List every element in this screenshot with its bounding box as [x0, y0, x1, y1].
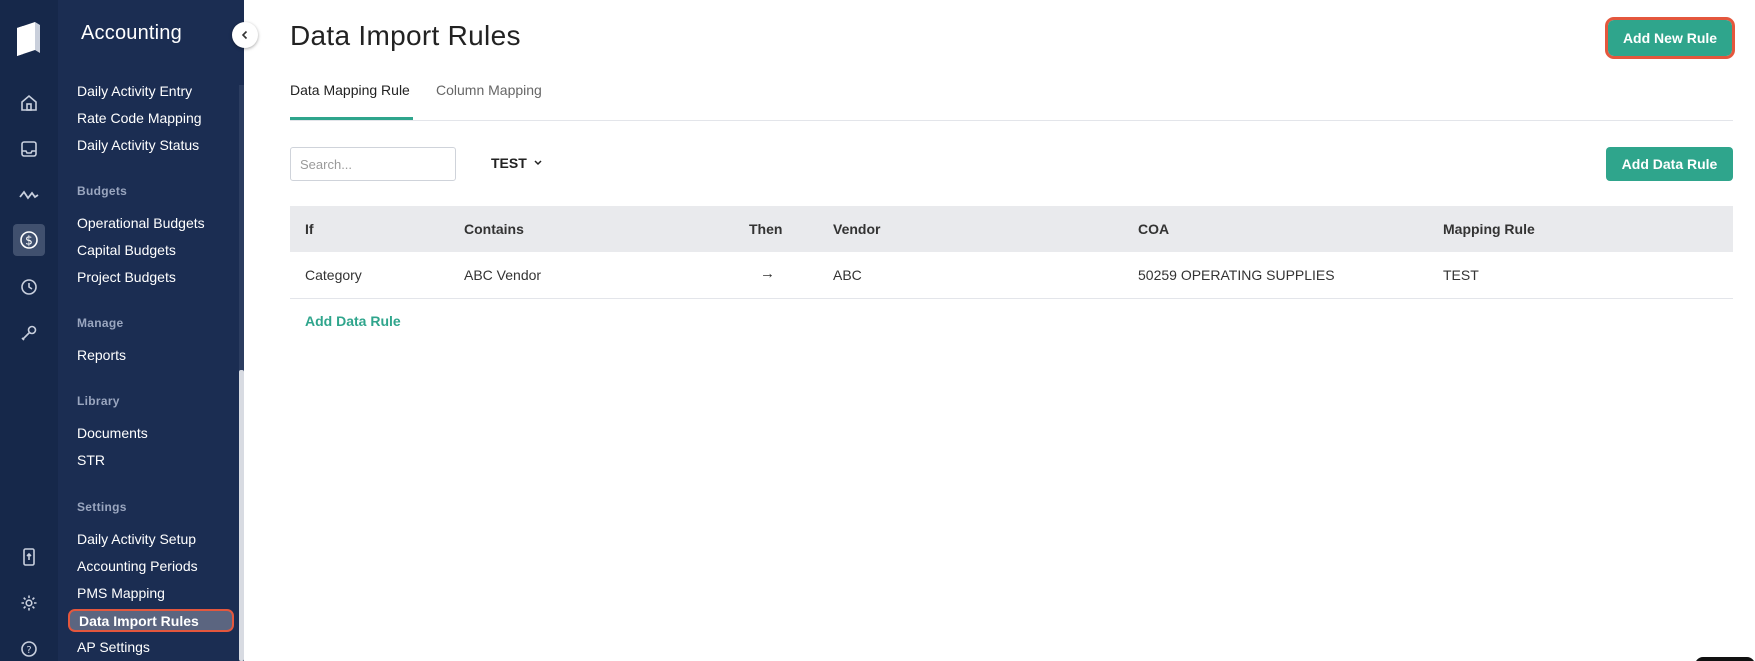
sidebar-item-pms-mapping[interactable]: PMS Mapping [77, 584, 165, 602]
cell-vendor: ABC [833, 267, 862, 283]
sidebar-item-str[interactable]: STR [77, 451, 105, 469]
sidebar-item-daily-activity-status[interactable]: Daily Activity Status [77, 136, 199, 154]
column-header-if: If [305, 221, 314, 237]
activity-icon[interactable] [13, 179, 45, 211]
accounting-sidebar: Accounting Daily Activity Entry Rate Cod… [58, 0, 244, 661]
app-logo-icon[interactable] [15, 20, 41, 58]
sidebar-item-daily-activity-entry[interactable]: Daily Activity Entry [77, 82, 192, 100]
tab-column-mapping[interactable]: Column Mapping [436, 82, 556, 120]
collapse-sidebar-button[interactable] [232, 22, 258, 48]
search-input[interactable] [290, 147, 456, 181]
page-title: Data Import Rules [290, 20, 521, 51]
column-header-mapping-rule: Mapping Rule [1443, 221, 1535, 237]
sidebar-item-project-budgets[interactable]: Project Budgets [77, 268, 176, 286]
help-icon[interactable]: ? [13, 633, 45, 661]
add-data-rule-button[interactable]: Add Data Rule [1606, 147, 1733, 181]
cell-mapping-rule: TEST [1443, 267, 1479, 283]
sidebar-item-accounting-periods[interactable]: Accounting Periods [77, 557, 198, 575]
sidebar-item-data-import-rules[interactable]: Data Import Rules [68, 609, 234, 632]
svg-text:?: ? [26, 645, 31, 656]
inbox-icon[interactable] [13, 133, 45, 165]
gear-icon[interactable] [13, 587, 45, 619]
section-budgets: Budgets [77, 184, 128, 198]
chevron-down-icon [534, 160, 542, 166]
tab-data-mapping-rule[interactable]: Data Mapping Rule [290, 82, 413, 120]
dropdown-value: TEST [491, 155, 527, 171]
column-header-coa: COA [1138, 221, 1170, 237]
wrench-icon[interactable] [13, 317, 45, 349]
sidebar-item-ap-settings[interactable]: AP Settings [77, 638, 150, 656]
sidebar-item-capital-budgets[interactable]: Capital Budgets [77, 241, 176, 259]
table-row[interactable]: Category ABC Vendor → ABC 50259 OPERATIN… [290, 252, 1733, 299]
section-library: Library [77, 394, 120, 408]
column-header-contains: Contains [464, 221, 524, 237]
cell-coa: 50259 OPERATING SUPPLIES [1138, 267, 1335, 283]
sidebar-item-reports[interactable]: Reports [77, 346, 126, 364]
cell-if: Category [305, 267, 362, 283]
sidebar-item-documents[interactable]: Documents [77, 424, 148, 442]
device-upload-icon[interactable] [13, 541, 45, 573]
column-header-vendor: Vendor [833, 221, 881, 237]
rules-table: If Contains Then Vendor COA Mapping Rule… [290, 206, 1733, 299]
sidebar-item-daily-activity-setup[interactable]: Daily Activity Setup [77, 530, 196, 548]
column-header-then: Then [749, 221, 783, 237]
accounting-dollar-icon[interactable]: $ [13, 224, 45, 256]
svg-text:$: $ [25, 234, 33, 248]
section-manage: Manage [77, 316, 124, 330]
corner-widget [1695, 657, 1755, 661]
table-header: If Contains Then Vendor COA Mapping Rule [290, 206, 1733, 252]
add-new-rule-button[interactable]: Add New Rule [1605, 17, 1735, 59]
clock-icon[interactable] [13, 271, 45, 303]
icon-rail: $ ? [0, 0, 58, 661]
cell-contains: ABC Vendor [464, 267, 542, 283]
mapping-rule-dropdown[interactable]: TEST [491, 155, 543, 171]
arrow-right-icon: → [760, 265, 775, 282]
sidebar-item-rate-code-mapping[interactable]: Rate Code Mapping [77, 109, 202, 127]
home-icon[interactable] [13, 87, 45, 119]
sidebar-title: Accounting [81, 22, 182, 44]
tab-bar: Data Mapping Rule Column Mapping [290, 80, 1733, 121]
main-content: Data Import Rules Add New Rule Data Mapp… [244, 0, 1755, 661]
section-settings: Settings [77, 500, 127, 514]
sidebar-item-operational-budgets[interactable]: Operational Budgets [77, 214, 205, 232]
chevron-left-icon [241, 30, 248, 40]
add-data-rule-link[interactable]: Add Data Rule [305, 313, 401, 329]
